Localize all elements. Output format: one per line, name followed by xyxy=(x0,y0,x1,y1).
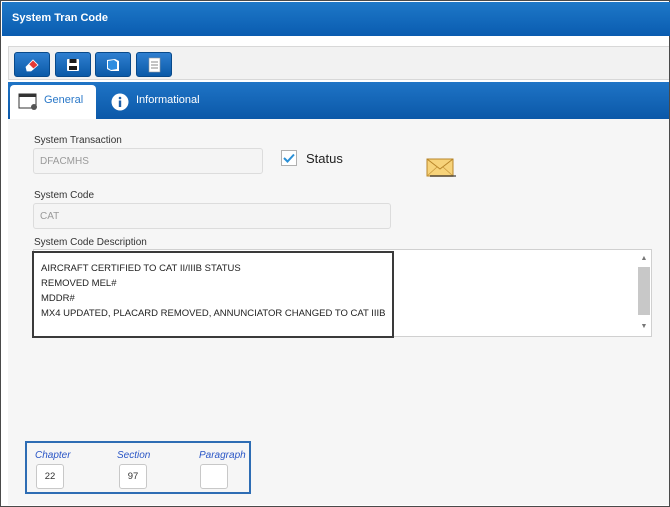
chapter-reference-group: Chapter 22 Section 97 Paragraph xyxy=(25,441,251,494)
paragraph-field[interactable] xyxy=(200,464,228,489)
save-button[interactable] xyxy=(55,52,91,77)
tab-general-label: General xyxy=(44,94,84,106)
section-label: Section xyxy=(117,450,151,461)
toolbar xyxy=(8,46,669,80)
scroll-thumb[interactable] xyxy=(638,267,650,315)
manual-button[interactable] xyxy=(95,52,131,77)
report-button[interactable] xyxy=(136,52,172,77)
window-icon xyxy=(18,92,38,113)
scroll-up-arrow-icon[interactable]: ▲ xyxy=(637,253,651,265)
status-label: Status xyxy=(306,151,343,166)
section-field[interactable]: 97 xyxy=(119,464,147,489)
eraser-icon xyxy=(24,58,40,72)
envelope-icon xyxy=(426,158,456,177)
info-icon xyxy=(110,92,130,115)
chapter-label: Chapter xyxy=(35,450,71,461)
tab-informational-label: Informational xyxy=(136,94,200,106)
system-code-label: System Code xyxy=(34,190,95,201)
tab-bar: General Informational xyxy=(8,82,669,119)
document-icon xyxy=(148,57,161,73)
email-button[interactable] xyxy=(426,156,456,183)
tab-general[interactable]: General xyxy=(10,85,96,119)
window-title: System Tran Code xyxy=(2,2,670,36)
system-transaction-label: System Transaction xyxy=(34,135,122,146)
description-scrollbar[interactable]: ▲ ▼ xyxy=(637,251,651,335)
checkmark-icon xyxy=(283,153,295,163)
system-code-description-label: System Code Description xyxy=(34,237,147,248)
app-window: System Tran Code General Informational S… xyxy=(0,0,670,507)
paragraph-label: Paragraph xyxy=(199,450,246,461)
system-transaction-field[interactable]: DFACMHS xyxy=(33,148,263,174)
system-code-description-field[interactable]: AIRCRAFT CERTIFIED TO CAT II/IIIB STATUS… xyxy=(32,251,394,338)
system-code-field[interactable]: CAT xyxy=(33,203,391,229)
book-icon xyxy=(105,58,121,72)
tab-informational[interactable]: Informational xyxy=(108,85,228,119)
save-icon xyxy=(66,58,80,72)
status-checkbox[interactable] xyxy=(281,150,297,166)
chapter-field[interactable]: 22 xyxy=(36,464,64,489)
scroll-down-arrow-icon[interactable]: ▼ xyxy=(637,321,651,333)
clear-button[interactable] xyxy=(14,52,50,77)
